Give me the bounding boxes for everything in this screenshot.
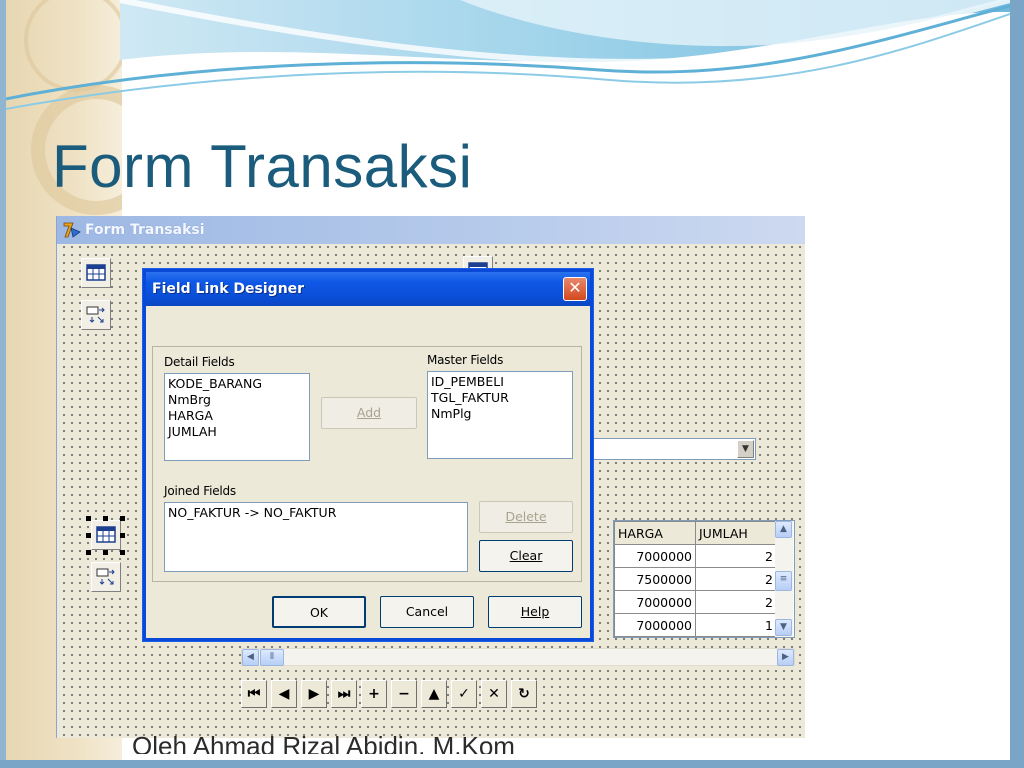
scroll-left-icon[interactable]: ◀: [242, 649, 259, 666]
table-row[interactable]: 7000000 1: [614, 613, 777, 637]
nav-post-icon[interactable]: ✓: [451, 680, 477, 708]
dialog-titlebar[interactable]: Field Link Designer ✕: [146, 272, 590, 306]
help-button[interactable]: Help: [488, 596, 582, 628]
chevron-down-icon[interactable]: ▼: [737, 440, 754, 458]
nav-next-icon[interactable]: ▶: [301, 680, 327, 708]
selection-handle[interactable]: [86, 550, 91, 555]
table-row[interactable]: 7000000 2: [614, 590, 777, 614]
nav-last-icon[interactable]: ⏭: [331, 680, 357, 708]
slide-frame-left: [0, 0, 6, 768]
list-item[interactable]: NmPlg: [431, 406, 569, 422]
master-fields-list[interactable]: ID_PEMBELI TGL_FAKTUR NmPlg: [427, 371, 573, 459]
slide-frame-right: [1010, 0, 1024, 768]
grid-cell[interactable]: 2: [695, 544, 777, 568]
list-item[interactable]: NmBrg: [168, 392, 306, 408]
selection-handle[interactable]: [120, 550, 125, 555]
ok-button[interactable]: OK: [272, 596, 366, 628]
dialog-title: Field Link Designer: [152, 281, 305, 297]
slide-footer-author: Oleh Ahmad Rizal Abidin, M.Kom: [132, 731, 515, 754]
list-item[interactable]: KODE_BARANG: [168, 376, 306, 392]
table-icon: [86, 264, 106, 281]
add-button[interactable]: Add: [321, 397, 417, 429]
form-title: Form Transaksi: [85, 222, 205, 238]
nav-delete-icon[interactable]: −: [391, 680, 417, 708]
selection-handle[interactable]: [120, 516, 125, 521]
close-icon[interactable]: ✕: [563, 277, 587, 301]
grid-column-header[interactable]: HARGA: [614, 521, 696, 545]
selection-handle[interactable]: [86, 533, 91, 538]
table-row[interactable]: 7000000 2: [614, 544, 777, 568]
slide-banner: [0, 0, 1010, 111]
slide-title: Form Transaksi: [52, 133, 473, 200]
selected-table-component-icon[interactable]: [91, 520, 121, 550]
list-item[interactable]: JUMLAH: [168, 424, 306, 440]
nav-edit-icon[interactable]: ▲: [421, 680, 447, 708]
fields-group: Detail Fields KODE_BARANG NmBrg HARGA JU…: [152, 346, 582, 582]
datasource-component-icon[interactable]: [81, 300, 111, 330]
joined-fields-list[interactable]: NO_FAKTUR -> NO_FAKTUR: [164, 502, 468, 572]
top-table-component-icon[interactable]: [463, 256, 493, 270]
form-titlebar: Form Transaksi: [57, 216, 805, 244]
selection-handle[interactable]: [86, 516, 91, 521]
list-item[interactable]: HARGA: [168, 408, 306, 424]
lookup-combobox[interactable]: ▼: [592, 438, 756, 460]
list-item[interactable]: NO_FAKTUR -> NO_FAKTUR: [168, 505, 464, 521]
slide: Form Transaksi Form Transaksi ▼ HARGA JU…: [0, 0, 1024, 768]
grid-cell[interactable]: 2: [695, 590, 777, 614]
scroll-thumb[interactable]: ≡: [775, 571, 792, 591]
detail-datasource-component-icon[interactable]: [91, 562, 121, 592]
nav-first-icon[interactable]: ⏮: [241, 680, 267, 708]
scroll-up-icon[interactable]: ▲: [775, 521, 792, 538]
nav-cancel-icon[interactable]: ✕: [481, 680, 507, 708]
datasource-icon: [96, 568, 115, 585]
grid-column-header[interactable]: JUMLAH: [695, 521, 777, 545]
cancel-button[interactable]: Cancel: [380, 596, 474, 628]
selection-handle[interactable]: [120, 533, 125, 538]
detail-fields-list[interactable]: KODE_BARANG NmBrg HARGA JUMLAH: [164, 373, 310, 461]
nav-refresh-icon[interactable]: ↻: [511, 680, 537, 708]
field-link-designer-dialog: Field Link Designer ✕ Detail Fields KODE…: [143, 269, 593, 641]
detail-dbgrid[interactable]: HARGA JUMLAH 7000000 2 7500000 2 7000000: [613, 520, 795, 638]
delphi-app-icon: [63, 222, 81, 238]
scroll-right-icon[interactable]: ▶: [777, 649, 794, 666]
grid-cell[interactable]: 7000000: [614, 544, 696, 568]
grid-cell[interactable]: 7000000: [614, 590, 696, 614]
table-component-icon[interactable]: [81, 258, 111, 288]
grid-cell[interactable]: 7000000: [614, 613, 696, 637]
grid-vertical-scrollbar[interactable]: ▲ ≡ ▼: [775, 521, 793, 637]
list-item[interactable]: ID_PEMBELI: [431, 374, 569, 390]
joined-fields-label: Joined Fields: [164, 484, 236, 498]
scroll-thumb[interactable]: ⦀: [260, 649, 284, 666]
grid-cell[interactable]: 1: [695, 613, 777, 637]
nav-prior-icon[interactable]: ◀: [271, 680, 297, 708]
detail-fields-label: Detail Fields: [164, 355, 235, 369]
grid-horizontal-scrollbar[interactable]: ◀ ⦀ ▶: [241, 648, 795, 666]
delete-button[interactable]: Delete: [479, 501, 573, 533]
master-fields-label: Master Fields: [427, 353, 504, 367]
selection-handle[interactable]: [103, 550, 108, 555]
table-icon: [96, 526, 116, 543]
selection-handle[interactable]: [103, 516, 108, 521]
grid-cell[interactable]: 2: [695, 567, 777, 591]
nav-insert-icon[interactable]: +: [361, 680, 387, 708]
clear-button[interactable]: Clear: [479, 540, 573, 572]
list-item[interactable]: TGL_FAKTUR: [431, 390, 569, 406]
datasource-icon: [86, 306, 105, 323]
grid-cell[interactable]: 7500000: [614, 567, 696, 591]
table-row[interactable]: 7500000 2: [614, 567, 777, 591]
scroll-down-icon[interactable]: ▼: [775, 619, 792, 636]
slide-frame-bottom: [0, 760, 1024, 768]
